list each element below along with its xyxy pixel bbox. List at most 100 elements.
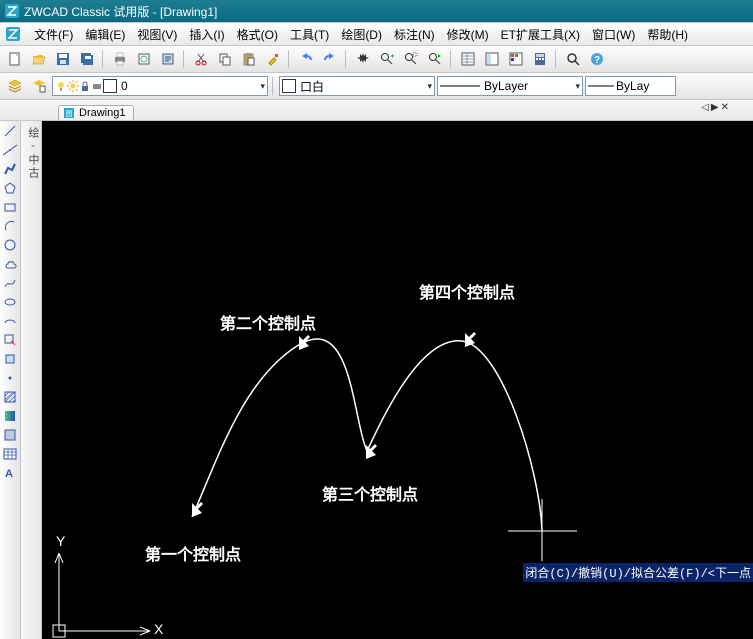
tab-prev-icon[interactable]: ◁ [701, 102, 709, 113]
doc-tab[interactable]: 图 Drawing1 [58, 105, 134, 120]
ellipsearc-icon[interactable] [2, 313, 18, 329]
sun-icon [67, 80, 79, 92]
document-tabs: 图 Drawing1 ◁ ▶ ✕ [0, 100, 753, 121]
app-menu-icon [4, 25, 22, 43]
zoom-prev-icon[interactable] [424, 48, 446, 70]
menu-help[interactable]: 帮助(H) [641, 24, 694, 45]
print-icon[interactable] [109, 48, 131, 70]
polygon-icon[interactable] [2, 180, 18, 196]
matchprop-icon[interactable] [262, 48, 284, 70]
doc-nav: ◁ ▶ ✕ [701, 102, 729, 113]
color-combo[interactable]: 口白 ▾ [279, 76, 435, 96]
table-icon[interactable] [2, 446, 18, 462]
block-icon[interactable] [2, 351, 18, 367]
separator [345, 50, 348, 68]
separator [450, 50, 453, 68]
menu-modify[interactable]: 修改(M) [441, 24, 495, 45]
saveall-icon[interactable] [76, 48, 98, 70]
menu-edit[interactable]: 编辑(E) [79, 24, 131, 45]
menu-insert[interactable]: 插入(I) [183, 24, 230, 45]
lineweight-combo[interactable]: ByLay [585, 76, 676, 96]
menu-dim[interactable]: 标注(N) [388, 24, 441, 45]
region-icon[interactable] [2, 427, 18, 443]
menu-view[interactable]: 视图(V) [131, 24, 183, 45]
svg-text:A: A [5, 468, 13, 480]
gradient-icon[interactable] [2, 408, 18, 424]
help-icon[interactable]: ? [586, 48, 608, 70]
drawing-canvas[interactable]: 第一个控制点 第二个控制点 第三个控制点 第四个控制点 Y X 闭合(C)/撤销… [42, 121, 753, 639]
menu-window[interactable]: 窗口(W) [586, 24, 641, 45]
axis-y-label: Y [56, 533, 65, 549]
linetype-combo[interactable]: ByLayer ▾ [437, 76, 583, 96]
menu-file[interactable]: 文件(F) [28, 24, 79, 45]
label-cp4: 第四个控制点 [419, 279, 515, 303]
properties-icon[interactable] [457, 48, 479, 70]
save-icon[interactable] [52, 48, 74, 70]
revcloud-icon[interactable] [2, 256, 18, 272]
chevron-down-icon: ▾ [256, 81, 265, 92]
insert-icon[interactable] [2, 332, 18, 348]
preview-icon[interactable] [133, 48, 155, 70]
menu-format[interactable]: 格式(O) [231, 24, 284, 45]
title-bar: ZWCAD Classic 试用版 - [Drawing1] [0, 0, 753, 22]
rectangle-icon[interactable] [2, 199, 18, 215]
app-logo-icon [4, 3, 20, 19]
doc-icon: 图 [63, 107, 75, 119]
label-cp2: 第二个控制点 [220, 310, 316, 334]
lineweight-value: ByLay [616, 79, 649, 93]
standard-toolbar: ? [0, 46, 753, 73]
toolpalette-icon[interactable] [505, 48, 527, 70]
color-swatch [282, 79, 296, 93]
tab-next-icon[interactable]: ▶ [711, 102, 719, 113]
plot-icon [91, 80, 103, 92]
pan-icon[interactable] [352, 48, 374, 70]
xline-icon[interactable] [2, 142, 18, 158]
layermgr-icon[interactable] [4, 75, 26, 97]
ellipse-icon[interactable] [2, 294, 18, 310]
separator [102, 50, 105, 68]
hatch-icon[interactable] [2, 389, 18, 405]
designcenter-icon[interactable] [481, 48, 503, 70]
menu-tools[interactable]: 工具(T) [284, 24, 335, 45]
chevron-down-icon: ▾ [571, 81, 580, 92]
point-icon[interactable] [2, 370, 18, 386]
paste-icon[interactable] [238, 48, 260, 70]
zoom-icon[interactable] [562, 48, 584, 70]
command-prompt: 闭合(C)/撤销(U)/拟合公差(F)/<下一点 [523, 563, 753, 582]
menu-bar: 文件(F) 编辑(E) 视图(V) 插入(I) 格式(O) 工具(T) 绘图(D… [0, 22, 753, 46]
window-title: ZWCAD Classic 试用版 - [Drawing1] [24, 3, 217, 20]
zoom-window-icon[interactable] [400, 48, 422, 70]
arc-icon[interactable] [2, 218, 18, 234]
lock-icon [79, 80, 91, 92]
spline-icon[interactable] [2, 275, 18, 291]
layer-name: 0 [121, 79, 128, 93]
layerstate-icon[interactable] [28, 75, 50, 97]
publish-icon[interactable] [157, 48, 179, 70]
doc-tab-label: Drawing1 [79, 107, 125, 119]
label-cp1: 第一个控制点 [145, 541, 241, 565]
menu-draw[interactable]: 绘图(D) [335, 24, 388, 45]
undo-icon[interactable] [295, 48, 317, 70]
layer-toolbar: 0 ▾ 口白 ▾ ByLayer ▾ ByLay [0, 73, 753, 100]
redo-icon[interactable] [319, 48, 341, 70]
open-icon[interactable] [28, 48, 50, 70]
separator [288, 50, 291, 68]
label-cp3: 第三个控制点 [322, 481, 418, 505]
zoom-realtime-icon[interactable] [376, 48, 398, 70]
tab-close-icon[interactable]: ✕ [721, 102, 729, 113]
chevron-down-icon: ▾ [423, 81, 432, 92]
svg-text:?: ? [594, 55, 600, 66]
circle-icon[interactable] [2, 237, 18, 253]
line-icon[interactable] [2, 123, 18, 139]
new-icon[interactable] [4, 48, 26, 70]
calculator-icon[interactable] [529, 48, 551, 70]
separator [555, 50, 558, 68]
copy-icon[interactable] [214, 48, 236, 70]
menu-et[interactable]: ET扩展工具(X) [495, 24, 586, 45]
mtext-icon[interactable]: A [2, 465, 18, 481]
axis-x-label: X [154, 621, 163, 637]
layer-color-swatch [103, 79, 117, 93]
cut-icon[interactable] [190, 48, 212, 70]
pline-icon[interactable] [2, 161, 18, 177]
layer-combo[interactable]: 0 ▾ [52, 76, 268, 96]
